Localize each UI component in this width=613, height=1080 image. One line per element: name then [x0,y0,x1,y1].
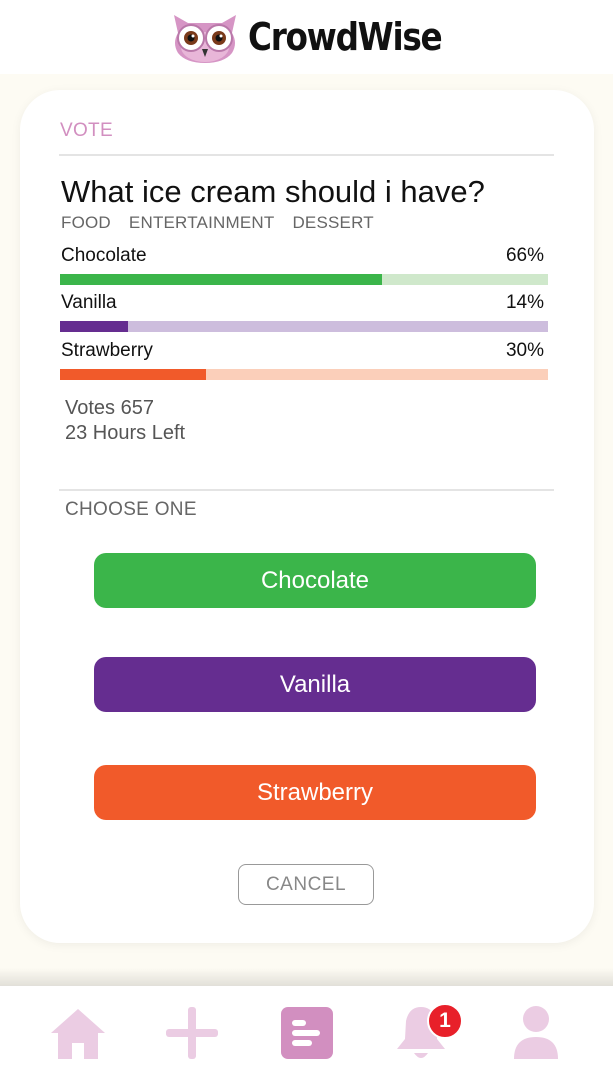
notification-badge: 1 [427,1003,463,1039]
result-bar-fill [60,321,129,332]
vote-chocolate-button[interactable]: Chocolate [94,553,536,608]
time-left: 23 Hours Left [65,422,186,444]
brand-name: CrowdWise [248,15,443,59]
tag[interactable]: ENTERTAINMENT [129,213,275,233]
result-bar-track [60,369,548,380]
nav-shadow [0,968,613,988]
poll-stats: Votes 657 23 Hours Left [65,396,185,446]
option-percent: 66% [505,245,544,266]
tag[interactable]: DESSERT [292,213,373,233]
option-name: Strawberry [61,340,153,361]
option-percent: 30% [505,340,544,361]
home-icon [51,1009,105,1059]
result-row-chocolate: Chocolate 66% [60,245,548,285]
owl-logo-icon [174,15,237,63]
nav-home[interactable] [38,986,118,1080]
divider [59,489,554,491]
cancel-button[interactable]: CANCEL [238,864,374,905]
choose-one-label: CHOOSE ONE [65,499,197,520]
nav-create[interactable] [152,986,232,1080]
result-bar-fill [60,369,207,380]
result-bar-track [60,321,548,332]
option-name: Chocolate [61,245,147,266]
nav-feed[interactable] [267,986,347,1080]
brand[interactable]: CrowdWise [168,9,445,65]
app-header: CrowdWise [0,0,613,74]
nav-profile[interactable] [496,986,576,1080]
poll-question: What ice cream should i have? [61,174,485,209]
tag[interactable]: FOOD [61,213,111,233]
bottom-nav [0,986,613,1080]
result-bar-track [60,274,548,285]
vote-count: Votes 657 [65,397,154,419]
option-name: Vanilla [61,292,117,313]
option-percent: 14% [505,292,544,313]
poll-card: VOTE What ice cream should i have? FOOD … [20,90,594,943]
vote-vanilla-button[interactable]: Vanilla [94,657,536,712]
vote-section-label: VOTE [60,120,113,141]
feed-icon [281,1007,333,1059]
tag-list: FOOD ENTERTAINMENT DESSERT [61,213,374,233]
divider [59,154,554,156]
vote-strawberry-button[interactable]: Strawberry [94,765,536,820]
user-icon [514,1006,558,1059]
result-bar-fill [60,274,383,285]
result-row-strawberry: Strawberry 30% [60,340,548,380]
plus-icon [166,1007,218,1059]
result-row-vanilla: Vanilla 14% [60,292,548,332]
